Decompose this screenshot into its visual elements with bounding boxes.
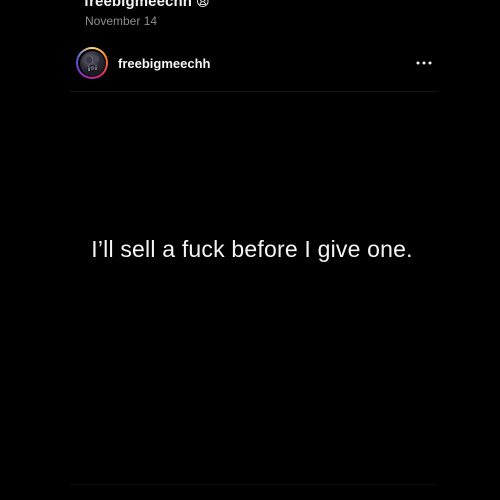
story-ring[interactable]	[76, 47, 108, 79]
previous-post-date: November 14	[85, 14, 158, 28]
post-header: freebigmeechh	[76, 46, 436, 80]
bottom-divider	[70, 484, 436, 485]
header-divider	[70, 91, 436, 92]
post-content: I’ll sell a fuck before I give one.	[0, 236, 500, 263]
more-horizontal-icon	[416, 61, 432, 65]
avatar-border	[78, 49, 106, 77]
more-options-button[interactable]	[412, 51, 436, 75]
emoji-icon: 😩	[196, 0, 210, 9]
avatar[interactable]	[79, 50, 105, 76]
post-text: I’ll sell a fuck before I give one.	[91, 236, 413, 262]
post-username[interactable]: freebigmeechh	[118, 56, 210, 71]
previous-post-header: freebigmeechh 😩	[84, 0, 210, 12]
previous-post-username[interactable]: freebigmeechh	[84, 0, 192, 10]
avatar-photo-icon	[84, 55, 100, 75]
